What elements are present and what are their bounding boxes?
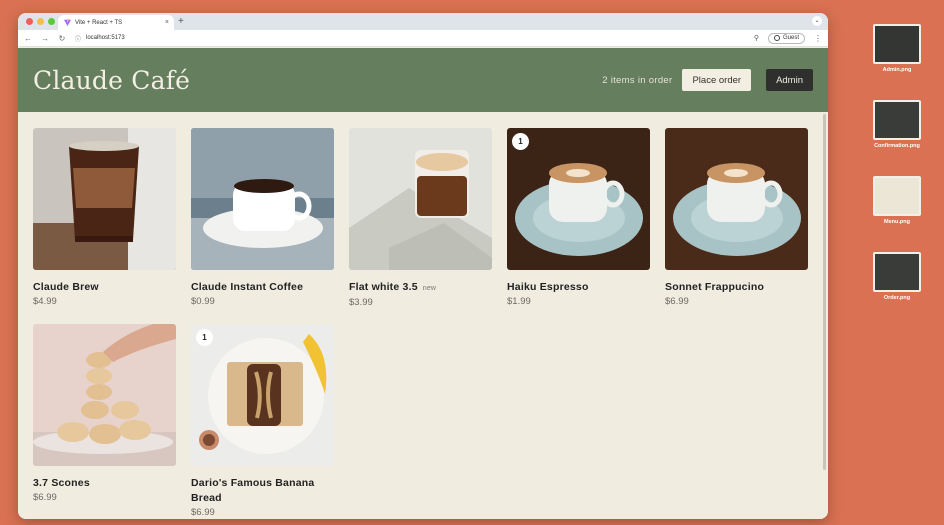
menu-item-image[interactable]: 1 xyxy=(191,324,334,466)
new-badge: new xyxy=(422,285,437,292)
file-thumbnail-icon xyxy=(873,100,921,140)
browser-tab[interactable]: Vite + React + TS × xyxy=(58,15,174,30)
order-count: 2 items in order xyxy=(602,74,673,86)
espresso-cup-image xyxy=(507,128,650,270)
site-info-icon[interactable]: ⓘ xyxy=(75,34,81,43)
address-bar[interactable]: ⓘ localhost:5173 xyxy=(75,32,745,45)
forward-icon[interactable]: → xyxy=(41,34,49,43)
menu-item-name-text: Claude Instant Coffee xyxy=(191,281,304,293)
browser-window: Vite + React + TS × + ⌄ ← → ↻ ⓘ localhos… xyxy=(18,13,828,519)
menu-icon[interactable]: ⋮ xyxy=(814,34,822,43)
profile-button[interactable]: Guest xyxy=(767,32,805,44)
menu-item-card[interactable]: Sonnet Frappucino $6.99 xyxy=(665,128,808,307)
close-window-button[interactable] xyxy=(26,18,33,25)
desktop-file[interactable]: Admin.png xyxy=(872,24,922,73)
menu-item-image[interactable] xyxy=(33,324,176,466)
menu-item-name-text: 3.7 Scones xyxy=(33,477,90,489)
profile-label: Guest xyxy=(782,35,799,41)
place-order-button[interactable]: Place order xyxy=(682,69,752,91)
quantity-badge: 1 xyxy=(512,133,529,150)
url-text[interactable]: localhost:5173 xyxy=(86,35,125,41)
menu-item-card[interactable]: 3.7 Scones $6.99 xyxy=(33,324,176,503)
menu-item-image[interactable] xyxy=(349,128,492,270)
menu-item-image[interactable] xyxy=(33,128,176,270)
scrollbar[interactable] xyxy=(823,114,826,470)
menu-item-card[interactable]: Claude Instant Coffee $0.99 xyxy=(191,128,334,307)
menu-item-price: $6.99 xyxy=(33,492,57,503)
file-thumbnail-icon xyxy=(873,252,921,292)
menu-item-name: Claude Brew xyxy=(33,280,176,295)
desktop-file[interactable]: Confirmation.png xyxy=(872,100,922,149)
admin-button[interactable]: Admin xyxy=(766,69,813,91)
menu-item-name: Claude Instant Coffee xyxy=(191,280,334,295)
menu-item-name: Dario's Famous Banana Bread xyxy=(191,476,334,506)
quantity-badge: 1 xyxy=(196,329,213,346)
menu-item-price: $6.99 xyxy=(191,507,215,518)
desktop-file-label: Order.png xyxy=(883,295,911,301)
window-controls xyxy=(26,18,55,25)
profile-icon xyxy=(773,35,780,41)
banana-bread-image xyxy=(191,324,334,466)
menu-item-name-text: Flat white 3.5 xyxy=(349,281,418,293)
menu-item-price: $0.99 xyxy=(191,296,215,307)
menu-item-name-text: Haiku Espresso xyxy=(507,281,589,293)
menu-item-name: Haiku Espresso xyxy=(507,280,650,295)
iced-coffee-image xyxy=(33,128,176,270)
desktop-file-label: Menu.png xyxy=(884,219,910,225)
tab-close-icon[interactable]: × xyxy=(165,19,169,26)
menu-item-card[interactable]: Claude Brew $4.99 xyxy=(33,128,176,307)
menu-item-name: Flat white 3.5 new xyxy=(349,280,492,296)
menu-item-name: 3.7 Scones xyxy=(33,476,176,491)
menu-item-price: $6.99 xyxy=(665,296,689,307)
menu-item-name: Sonnet Frappucino xyxy=(665,280,808,295)
instant-coffee-image xyxy=(191,128,334,270)
app-header: Claude Café 2 items in order Place order… xyxy=(18,48,828,112)
tab-strip: Vite + React + TS × + ⌄ xyxy=(18,13,828,30)
scones-image xyxy=(33,324,176,466)
menu-item-image[interactable]: 1 xyxy=(507,128,650,270)
desktop-file[interactable]: Menu.png xyxy=(872,176,922,225)
app-page: Claude Café 2 items in order Place order… xyxy=(18,48,828,519)
zoom-icon[interactable]: ⚲ xyxy=(754,34,759,42)
file-thumbnail-icon xyxy=(873,24,921,64)
menu-item-name-text: Dario's Famous Banana Bread xyxy=(191,477,315,504)
header-actions: 2 items in order Place order Admin xyxy=(602,69,813,91)
menu-item-price: $1.99 xyxy=(507,296,531,307)
desktop-file-label: Confirmation.png xyxy=(874,143,920,149)
desktop-file[interactable]: Order.png xyxy=(872,252,922,301)
flat-white-image xyxy=(349,128,492,270)
vite-icon xyxy=(64,19,71,26)
back-icon[interactable]: ← xyxy=(24,34,32,43)
tab-title: Vite + React + TS xyxy=(75,19,123,26)
reload-icon[interactable]: ↻ xyxy=(58,34,66,43)
brand-title: Claude Café xyxy=(33,65,191,95)
cappuccino-cup-image xyxy=(665,128,808,270)
menu-item-card[interactable]: Flat white 3.5 new $3.99 xyxy=(349,128,492,308)
tab-search-icon[interactable]: ⌄ xyxy=(812,16,822,26)
minimize-window-button[interactable] xyxy=(37,18,44,25)
browser-toolbar: ← → ↻ ⓘ localhost:5173 ⚲ Guest ⋮ xyxy=(18,30,828,47)
menu-item-image[interactable] xyxy=(191,128,334,270)
menu-item-price: $3.99 xyxy=(349,297,373,308)
file-thumbnail-icon xyxy=(873,176,921,216)
menu-item-card[interactable]: 1 Dario's Famous Banana Bread $6.99 xyxy=(191,324,334,518)
menu-item-name-text: Claude Brew xyxy=(33,281,99,293)
menu-item-image[interactable] xyxy=(665,128,808,270)
menu-item-name-text: Sonnet Frappucino xyxy=(665,281,765,293)
menu-item-price: $4.99 xyxy=(33,296,57,307)
menu-item-card[interactable]: 1 Haiku Espresso $1.99 xyxy=(507,128,650,307)
desktop-file-label: Admin.png xyxy=(882,67,912,73)
maximize-window-button[interactable] xyxy=(48,18,55,25)
new-tab-button[interactable]: + xyxy=(178,15,184,28)
